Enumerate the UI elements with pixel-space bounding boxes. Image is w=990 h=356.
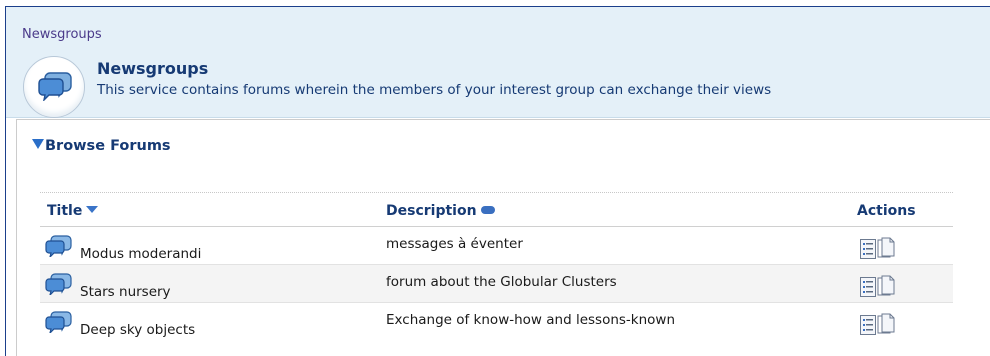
collapse-triangle-icon xyxy=(32,139,44,149)
list-view-icon[interactable] xyxy=(860,277,876,301)
copy-pages-icon[interactable] xyxy=(877,237,895,265)
service-title: Newsgroups xyxy=(97,59,209,78)
forum-title-link[interactable]: Modus moderandi xyxy=(80,246,201,262)
browse-forums-label: Browse Forums xyxy=(45,138,171,154)
table-row: Stars nursery forum about the Globular C… xyxy=(40,265,953,303)
forum-title-link[interactable]: Deep sky objects xyxy=(80,322,195,338)
dotted-separator xyxy=(40,192,953,193)
breadcrumb-newsgroups[interactable]: Newsgroups xyxy=(22,27,102,42)
browse-forums-toggle[interactable]: Browse Forums xyxy=(32,138,171,154)
forum-bubbles-icon xyxy=(45,273,73,299)
forum-description: messages à éventer xyxy=(386,236,523,252)
unsorted-indicator-icon xyxy=(480,206,495,214)
column-title-label: Title xyxy=(47,203,83,219)
forum-description: Exchange of know-how and lessons-known xyxy=(386,312,676,328)
forum-bubbles-icon xyxy=(45,311,73,337)
copy-pages-icon[interactable] xyxy=(877,313,895,341)
newsgroups-window: Newsgroups Newsgroups This service conta… xyxy=(5,6,990,356)
forum-title-link[interactable]: Stars nursery xyxy=(80,284,171,300)
column-description-label: Description xyxy=(386,203,477,219)
service-header: Newsgroups Newsgroups This service conta… xyxy=(6,7,990,118)
list-view-icon[interactable] xyxy=(860,239,876,263)
column-header-actions: Actions xyxy=(857,203,916,219)
list-view-icon[interactable] xyxy=(860,315,876,339)
copy-pages-icon[interactable] xyxy=(877,275,895,303)
service-description: This service contains forums wherein the… xyxy=(97,82,772,98)
forum-description: forum about the Globular Clusters xyxy=(386,274,617,290)
chat-bubbles-icon xyxy=(23,56,85,118)
table-row: Modus moderandi messages à éventer xyxy=(40,227,953,265)
forum-bubbles-icon xyxy=(45,235,73,261)
table-row: Deep sky objects Exchange of know-how an… xyxy=(40,303,953,341)
sort-descending-icon xyxy=(86,206,99,213)
column-actions-label: Actions xyxy=(857,203,916,219)
column-header-description[interactable]: Description xyxy=(386,203,495,219)
column-header-title[interactable]: Title xyxy=(47,203,99,219)
